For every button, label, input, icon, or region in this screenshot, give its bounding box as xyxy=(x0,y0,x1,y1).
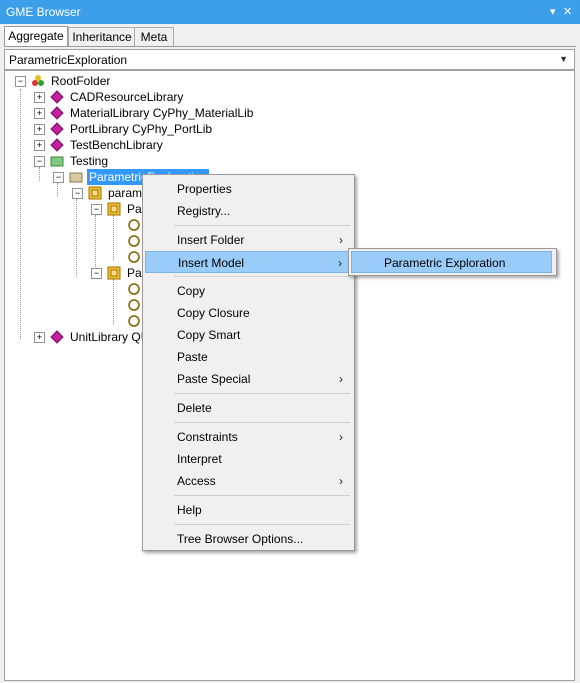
menu-item-label: Paste Special xyxy=(177,372,251,386)
menu-item-insert-folder[interactable]: Insert Folder › xyxy=(145,229,352,251)
parameter-icon xyxy=(128,315,140,327)
menu-item-label: Insert Folder xyxy=(177,233,245,247)
chevron-down-icon[interactable]: ▼ xyxy=(559,54,568,64)
menu-item-delete[interactable]: Delete xyxy=(145,397,352,419)
tab-divider xyxy=(4,46,576,47)
panel-titlebar: GME Browser ▾ ✕ xyxy=(0,0,580,24)
library-icon xyxy=(50,330,64,344)
menu-separator xyxy=(174,524,350,525)
menu-item-label: Tree Browser Options... xyxy=(177,532,304,546)
menu-item-help[interactable]: Help xyxy=(145,499,352,521)
chevron-right-icon: › xyxy=(339,233,343,247)
menu-item-insert-model[interactable]: Insert Model › xyxy=(145,251,352,273)
menu-separator xyxy=(174,393,350,394)
expand-icon[interactable]: + xyxy=(34,140,45,151)
menu-item-label: Paste xyxy=(177,350,208,364)
project-selector[interactable]: ParametricExploration ▼ xyxy=(4,49,575,70)
chevron-right-icon: › xyxy=(339,430,343,444)
menu-item-tree-browser-options[interactable]: Tree Browser Options... xyxy=(145,528,352,550)
library-icon xyxy=(50,122,64,136)
tree-item-label: RootFolder xyxy=(51,74,111,88)
menu-item-constraints[interactable]: Constraints › xyxy=(145,426,352,448)
chevron-right-icon: › xyxy=(339,474,343,488)
tree-connector xyxy=(76,199,77,277)
parameter-icon xyxy=(128,251,140,263)
context-menu: Properties Registry... Insert Folder › In… xyxy=(142,174,355,551)
project-selector-value: ParametricExploration xyxy=(9,53,128,67)
menu-item-label: Copy xyxy=(177,284,206,298)
folder-icon xyxy=(50,156,64,167)
collapse-icon[interactable]: − xyxy=(91,268,102,279)
parameter-icon xyxy=(128,219,140,231)
menu-item-copy[interactable]: Copy xyxy=(145,280,352,302)
close-icon[interactable]: ✕ xyxy=(563,5,572,19)
parameter-icon xyxy=(128,235,140,247)
menu-item-label: Registry... xyxy=(177,204,231,218)
menu-separator xyxy=(174,495,350,496)
library-icon xyxy=(50,106,64,120)
parameter-icon xyxy=(128,283,140,295)
collapse-icon[interactable]: − xyxy=(53,172,64,183)
menu-item-registry[interactable]: Registry... xyxy=(145,200,352,222)
tree-item-label: Testing xyxy=(70,154,109,168)
tree-item-label: PortLibrary CyPhy_PortLib xyxy=(70,122,213,136)
collapse-icon[interactable]: − xyxy=(72,188,83,199)
tree-item-label: MaterialLibrary CyPhy_MaterialLib xyxy=(70,106,254,120)
menu-item-label: Delete xyxy=(177,401,212,415)
menu-item-label: Interpret xyxy=(177,452,222,466)
tree-connector xyxy=(20,89,21,339)
chevron-right-icon: › xyxy=(338,256,342,270)
tree-connector xyxy=(113,279,114,325)
collapse-icon[interactable]: − xyxy=(15,76,26,87)
model-icon xyxy=(107,202,121,216)
menu-separator xyxy=(174,422,350,423)
tree-connector xyxy=(39,167,40,181)
menu-item-interpret[interactable]: Interpret xyxy=(145,448,352,470)
menu-item-label: Help xyxy=(177,503,202,517)
tab-meta[interactable]: Meta xyxy=(134,27,174,46)
menu-item-label: Parametric Exploration xyxy=(384,256,506,270)
menu-item-label: Properties xyxy=(177,182,232,196)
expand-icon[interactable]: + xyxy=(34,108,45,119)
menu-item-copy-smart[interactable]: Copy Smart xyxy=(145,324,352,346)
panel-title: GME Browser xyxy=(6,5,81,19)
expand-icon[interactable]: + xyxy=(34,124,45,135)
collapse-icon[interactable]: − xyxy=(91,204,102,215)
menu-item-paste[interactable]: Paste xyxy=(145,346,352,368)
menu-separator xyxy=(174,225,350,226)
tree-item-label: CADResourceLibrary xyxy=(70,90,184,104)
model-icon xyxy=(107,266,121,280)
rootfolder-icon xyxy=(32,75,44,86)
submenu-item-parametric-exploration[interactable]: Parametric Exploration xyxy=(351,251,552,273)
dropdown-icon[interactable]: ▾ xyxy=(550,5,556,19)
menu-item-properties[interactable]: Properties xyxy=(145,178,352,200)
menu-item-label: Constraints xyxy=(177,430,238,444)
tree-connector xyxy=(57,183,58,197)
menu-item-label: Access xyxy=(177,474,216,488)
menu-item-label: Copy Closure xyxy=(177,306,250,320)
tree-item-label: TestBenchLibrary xyxy=(70,138,163,152)
tree-connector xyxy=(113,215,114,261)
chevron-right-icon: › xyxy=(339,372,343,386)
menu-item-label: Copy Smart xyxy=(177,328,241,342)
tab-inheritance[interactable]: Inheritance xyxy=(68,27,136,46)
model-icon xyxy=(88,186,102,200)
folder-icon xyxy=(69,172,83,183)
expand-icon[interactable]: + xyxy=(34,92,45,103)
parameter-icon xyxy=(128,299,140,311)
menu-item-access[interactable]: Access › xyxy=(145,470,352,492)
menu-item-paste-special[interactable]: Paste Special › xyxy=(145,368,352,390)
insert-model-submenu: Parametric Exploration xyxy=(348,248,557,276)
menu-item-copy-closure[interactable]: Copy Closure xyxy=(145,302,352,324)
tab-aggregate[interactable]: Aggregate xyxy=(4,26,68,47)
collapse-icon[interactable]: − xyxy=(34,156,45,167)
library-icon xyxy=(50,138,64,152)
expand-icon[interactable]: + xyxy=(34,332,45,343)
menu-separator xyxy=(174,276,350,277)
library-icon xyxy=(50,90,64,104)
menu-item-label: Insert Model xyxy=(178,256,245,270)
